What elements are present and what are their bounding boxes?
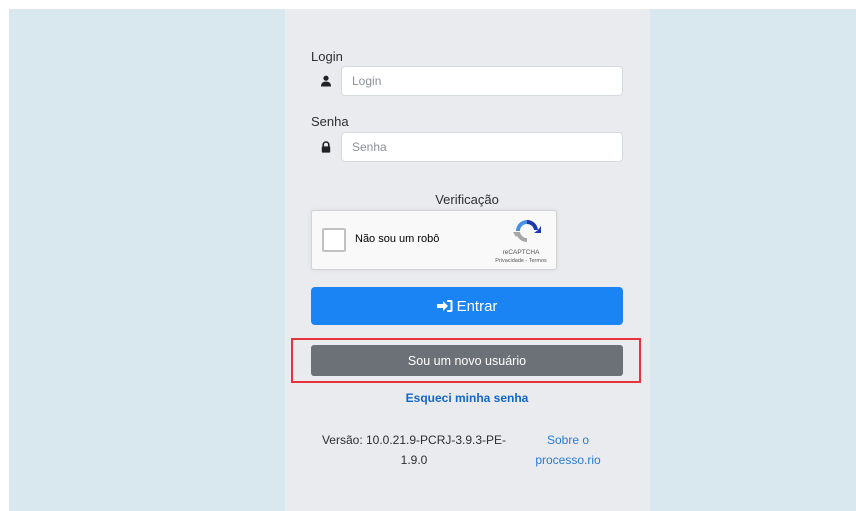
login-input-group [311,66,623,96]
verification-label: Verificação [435,192,499,207]
version-text: Versão: 10.0.21.9-PCRJ-3.9.3-PE- 1.9.0 [311,430,517,470]
login-input[interactable] [341,66,623,96]
password-label: Senha [311,114,349,129]
new-user-button-label: Sou um novo usuário [407,353,527,368]
forgot-password-link[interactable]: Esqueci minha senha [311,391,623,405]
enter-button[interactable]: Entrar [311,287,623,325]
about-link[interactable]: Sobre o processo.rio [528,430,608,470]
recaptcha-links[interactable]: Privacidade - Termos [484,258,558,264]
version-line-2: 1.9.0 [400,453,428,467]
about-line-2: processo.rio [535,453,601,467]
recaptcha-logo-icon [513,219,541,243]
recaptcha-brand: reCAPTCHA [502,249,540,256]
recaptcha-checkbox-text: Não sou um robô [355,233,440,245]
version-line-1: Versão: 10.0.21.9-PCRJ-3.9.3-PE- [321,433,507,447]
password-input[interactable] [341,132,623,162]
recaptcha-checkbox[interactable] [322,228,346,252]
new-user-button[interactable]: Sou um novo usuário [311,345,623,376]
recaptcha-widget: Não sou um robô reCAPTCHA Privacidade - … [311,210,557,270]
lock-icon [311,132,341,162]
login-label: Login [311,49,343,64]
sign-in-icon [436,300,453,312]
password-input-group [311,132,623,162]
enter-button-label: Entrar [456,297,498,315]
about-line-1: Sobre o [546,433,590,447]
user-icon [311,66,341,96]
